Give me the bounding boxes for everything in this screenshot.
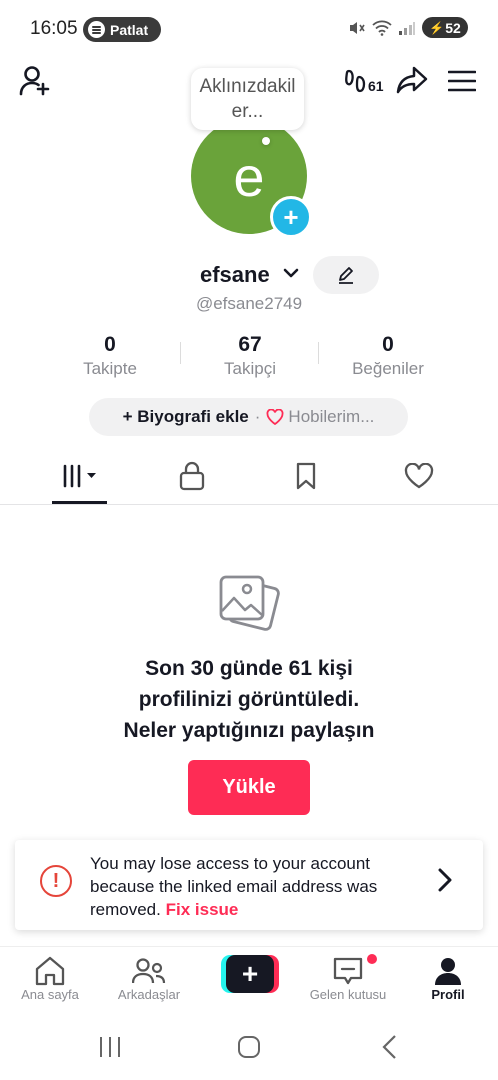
profile-views-count: 61 — [368, 78, 384, 94]
stat-label: Beğeniler — [352, 359, 424, 378]
empty-state-message: Son 30 günde 61 kişi profilinizi görüntü… — [0, 653, 498, 746]
tabs-divider — [0, 504, 498, 505]
stat-following[interactable]: 0 Takipte — [40, 333, 180, 379]
lock-icon — [179, 461, 205, 491]
stat-followers[interactable]: 67 Takipçi — [180, 333, 320, 379]
footprint-icon — [345, 69, 366, 93]
add-bio-label: + Biyografi ekle — [122, 407, 249, 426]
nav-profile-label: Profil — [431, 987, 465, 1002]
nav-inbox-label: Gelen kutusu — [309, 987, 387, 1002]
home-square-icon — [238, 1036, 260, 1058]
heart-outline-icon — [404, 463, 434, 489]
tab-liked[interactable] — [397, 458, 441, 494]
nav-inbox[interactable]: Gelen kutusu — [298, 955, 398, 1002]
stat-likes[interactable]: 0 Beğeniler — [318, 333, 458, 379]
menu-button[interactable] — [446, 66, 478, 96]
mute-icon — [350, 21, 365, 34]
back-button[interactable] — [370, 1032, 410, 1062]
upload-button[interactable]: Yükle — [188, 760, 310, 815]
avatar-letter: e — [233, 144, 265, 208]
bio-button[interactable]: + Biyografi ekle · Hobilerim... — [89, 398, 408, 436]
stat-value: 0 — [104, 333, 116, 356]
signal-icon — [399, 21, 415, 35]
inbox-icon — [333, 957, 363, 985]
create-button[interactable]: + — [221, 955, 279, 993]
alert-icon: ! — [40, 865, 72, 897]
tab-private[interactable] — [170, 458, 214, 494]
tab-videos[interactable] — [52, 458, 107, 494]
nav-home-label: Ana sayfa — [21, 987, 79, 1002]
profile-name[interactable]: efsane — [200, 262, 270, 288]
share-icon — [396, 66, 428, 94]
stat-value: 0 — [382, 333, 394, 356]
share-button[interactable] — [395, 63, 429, 97]
nav-friends[interactable]: Arkadaşlar — [99, 955, 199, 1002]
add-user-icon — [19, 66, 50, 96]
home-system-button[interactable] — [229, 1032, 269, 1062]
edit-profile-button[interactable] — [313, 256, 379, 294]
back-icon — [382, 1035, 396, 1059]
home-icon — [35, 956, 65, 986]
recent-apps-button[interactable] — [90, 1032, 130, 1062]
bio-separator: · — [254, 407, 261, 426]
status-time: 16:05 — [30, 18, 78, 39]
spotify-label: Patlat — [110, 21, 149, 38]
recents-icon — [100, 1037, 120, 1057]
status-icons: ⚡ 52 — [348, 17, 468, 38]
bottom-nav: Ana sayfa Arkadaşlar + Gelen kutusu Prof… — [0, 946, 498, 1017]
photos-icon — [217, 574, 281, 641]
plus-icon: + — [283, 201, 299, 232]
stat-label: Takipte — [83, 359, 137, 378]
wifi-icon — [372, 20, 392, 36]
stat-label: Takipçi — [224, 359, 276, 378]
note-bubble[interactable]: Aklınızdakiler... — [191, 68, 304, 130]
nav-friends-label: Arkadaşlar — [117, 987, 181, 1002]
profile-views-button[interactable]: 61 — [345, 64, 384, 98]
add-story-button[interactable]: + — [270, 196, 312, 238]
nav-profile[interactable]: Profil — [398, 955, 498, 1002]
heart-icon — [267, 409, 284, 425]
warning-message: You may lose access to your account beca… — [90, 852, 410, 921]
battery-indicator: ⚡ 52 — [422, 17, 468, 38]
friends-icon — [132, 958, 166, 984]
pencil-icon — [339, 267, 353, 284]
bookmark-icon — [296, 462, 316, 490]
battery-level: 52 — [445, 19, 461, 36]
spotify-indicator[interactable]: Patlat — [83, 17, 161, 42]
empty-line-1: Son 30 günde 61 kişi — [145, 657, 353, 680]
spotify-icon — [88, 21, 105, 38]
charging-icon: ⚡ — [429, 20, 445, 35]
empty-line-3: Neler yaptığınızı paylaşın — [123, 719, 375, 742]
empty-line-2: profilinizi görüntüledi. — [138, 688, 360, 711]
tab-saved[interactable] — [284, 458, 328, 494]
fix-issue-link[interactable]: Fix issue — [166, 900, 239, 919]
nav-home[interactable]: Ana sayfa — [0, 955, 100, 1002]
stat-value: 67 — [238, 333, 262, 356]
plus-icon: + — [226, 955, 274, 993]
hamburger-icon — [448, 70, 476, 92]
note-bubble-tail — [262, 137, 270, 145]
chevron-right-icon[interactable] — [435, 866, 455, 899]
system-nav — [0, 1020, 498, 1080]
chevron-down-icon[interactable] — [283, 263, 299, 289]
note-bubble-text: Aklınızdakiler... — [199, 76, 296, 122]
notification-dot — [367, 954, 377, 964]
hobby-label: Hobilerim... — [288, 407, 375, 426]
account-warning-card[interactable]: ! You may lose access to your account be… — [15, 840, 483, 930]
add-friend-button[interactable] — [18, 64, 54, 98]
profile-icon — [435, 958, 461, 985]
videos-grid-icon — [63, 464, 96, 488]
profile-handle: @efsane2749 — [195, 294, 303, 313]
